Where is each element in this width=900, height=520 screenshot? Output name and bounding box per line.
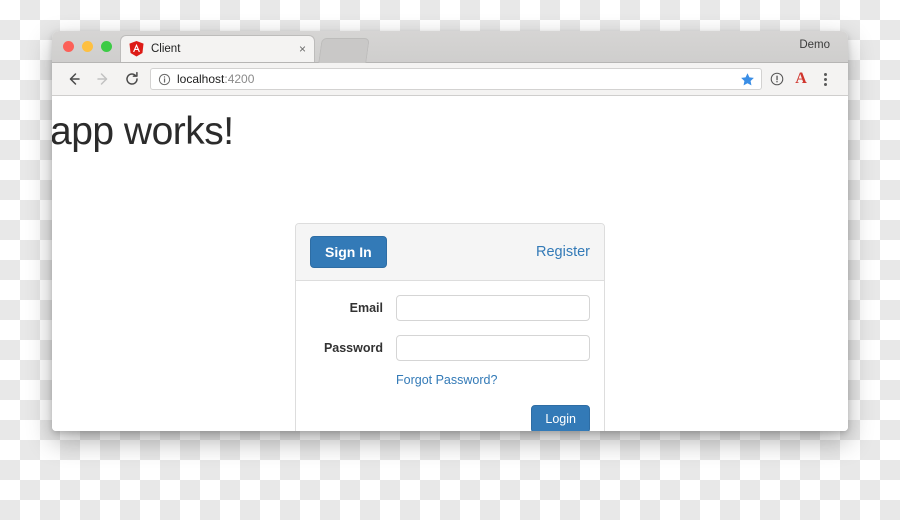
login-button[interactable]: Login xyxy=(531,405,590,431)
auth-card-header: Sign In Register xyxy=(296,224,604,281)
auth-card: Sign In Register Email Password Forgot P… xyxy=(295,223,605,431)
page-info-button[interactable] xyxy=(765,68,789,90)
browser-tab-placeholder[interactable] xyxy=(318,38,370,63)
angular-logo-icon xyxy=(129,41,144,57)
back-button[interactable] xyxy=(63,68,85,90)
browser-toolbar: localhost:4200 A xyxy=(52,63,848,96)
info-circle-icon xyxy=(770,72,784,86)
forward-button[interactable] xyxy=(92,68,114,90)
reload-icon xyxy=(126,71,138,85)
address-bar[interactable]: localhost:4200 xyxy=(150,68,762,90)
password-form-row: Password xyxy=(310,335,590,361)
browser-window: Client × Demo localhost:4200 A app works… xyxy=(52,31,848,431)
browser-tab-strip: Client × Demo xyxy=(52,31,848,63)
page-title: app works! xyxy=(52,110,234,153)
window-close-button[interactable] xyxy=(63,41,74,52)
browser-tab-client[interactable]: Client × xyxy=(120,35,315,62)
info-circle-icon[interactable] xyxy=(158,73,171,86)
forward-arrow-icon xyxy=(97,73,108,85)
star-icon xyxy=(741,73,754,86)
password-input[interactable] xyxy=(396,335,590,361)
forgot-password-row: Forgot Password? xyxy=(310,371,590,389)
window-traffic-lights xyxy=(63,41,112,52)
email-label: Email xyxy=(349,301,383,315)
bookmark-button[interactable] xyxy=(740,72,755,92)
email-input[interactable] xyxy=(396,295,590,321)
tab-register[interactable]: Register xyxy=(536,244,590,260)
tab-sign-in[interactable]: Sign In xyxy=(310,235,387,269)
password-label: Password xyxy=(323,341,383,355)
browser-profile-label[interactable]: Demo xyxy=(799,39,830,51)
auth-card-body: Email Password Forgot Password? Login xyxy=(296,281,604,431)
forgot-password-link[interactable]: Forgot Password? xyxy=(396,373,497,387)
email-form-row: Email xyxy=(310,295,590,321)
browser-tab-title: Client xyxy=(151,43,181,55)
extension-button[interactable]: A xyxy=(789,68,813,90)
kebab-menu-icon xyxy=(823,72,827,86)
window-minimize-button[interactable] xyxy=(82,41,93,52)
auth-card-footer: Login xyxy=(310,405,590,431)
url-host: localhost xyxy=(177,72,225,86)
window-maximize-button[interactable] xyxy=(101,41,112,52)
address-bar-url: localhost:4200 xyxy=(177,72,254,86)
url-port: :4200 xyxy=(224,72,255,86)
page-content: app works! Sign In Register Email Passwo… xyxy=(52,96,848,431)
reload-button[interactable] xyxy=(121,68,143,90)
browser-menu-button[interactable] xyxy=(813,68,837,90)
back-arrow-icon xyxy=(69,73,80,85)
tab-close-icon[interactable]: × xyxy=(293,43,306,55)
letter-a-extension-icon: A xyxy=(795,70,807,87)
